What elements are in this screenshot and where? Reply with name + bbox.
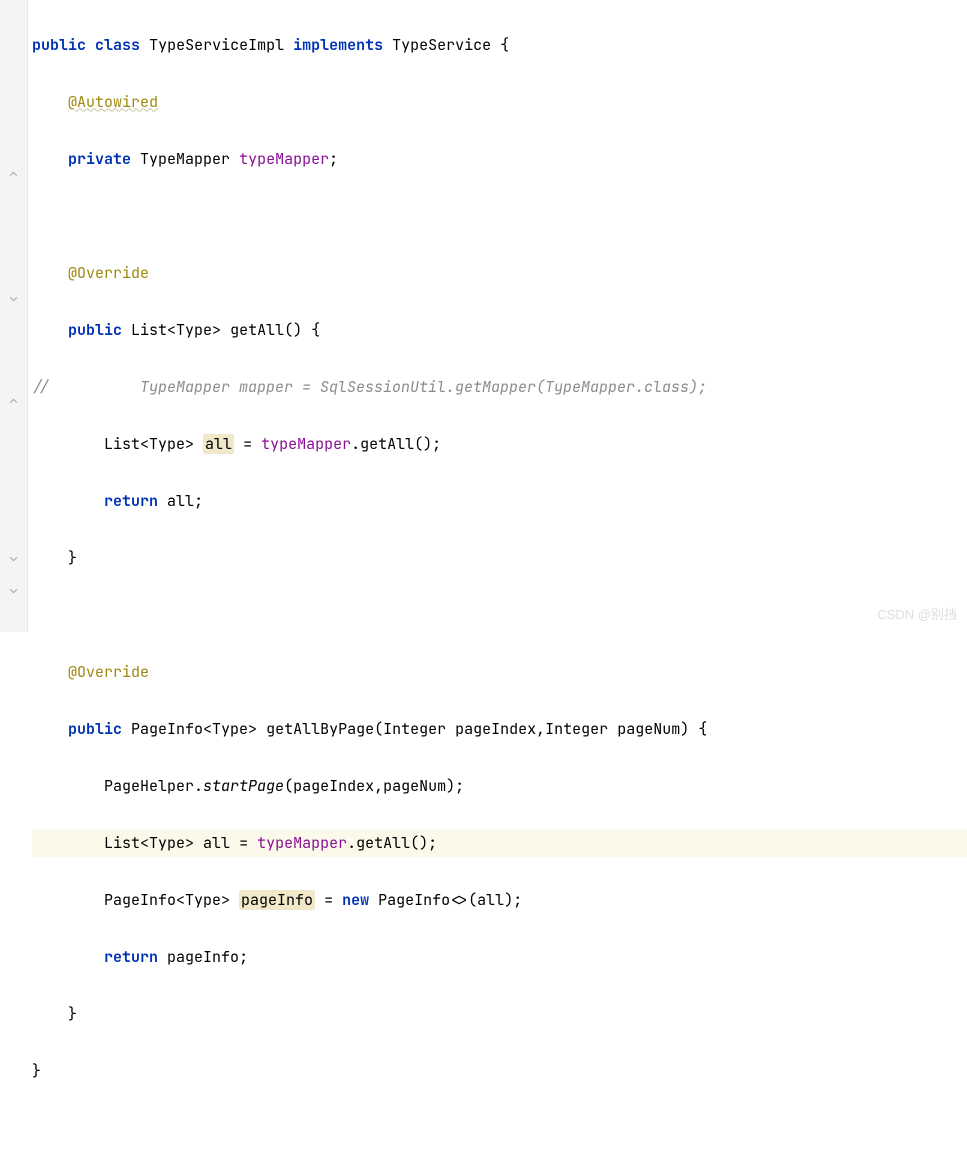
code-editor[interactable]: public class TypeServiceImpl implements … bbox=[28, 0, 967, 632]
code-line[interactable]: @Autowired bbox=[32, 88, 967, 117]
code-line[interactable]: @Override bbox=[32, 259, 967, 288]
fold-icon[interactable] bbox=[6, 292, 20, 306]
code-line[interactable]: private TypeMapper typeMapper; bbox=[32, 145, 967, 174]
code-line[interactable]: } bbox=[32, 1057, 967, 1086]
code-line[interactable]: PageHelper.startPage(pageIndex,pageNum); bbox=[32, 772, 967, 801]
code-line[interactable]: } bbox=[32, 544, 967, 573]
variable-highlight: pageInfo bbox=[239, 890, 315, 910]
code-line[interactable] bbox=[32, 202, 967, 231]
watermark: CSDN @别挡 bbox=[877, 603, 957, 628]
code-line[interactable]: PageInfo<Type> pageInfo = new PageInfo<>… bbox=[32, 886, 967, 915]
code-line[interactable]: public class TypeServiceImpl implements … bbox=[32, 31, 967, 60]
code-line[interactable]: List<Type> all = typeMapper.getAll(); bbox=[32, 430, 967, 459]
code-line[interactable]: public PageInfo<Type> getAllByPage(Integ… bbox=[32, 715, 967, 744]
fold-icon[interactable] bbox=[6, 584, 20, 598]
code-line[interactable]: @Override bbox=[32, 658, 967, 687]
code-line[interactable]: // TypeMapper mapper = SqlSessionUtil.ge… bbox=[32, 373, 967, 402]
fold-icon[interactable] bbox=[6, 394, 20, 408]
fold-icon[interactable] bbox=[6, 167, 20, 181]
fold-icon[interactable] bbox=[6, 552, 20, 566]
code-line[interactable]: public List<Type> getAll() { bbox=[32, 316, 967, 345]
variable-highlight: all bbox=[203, 434, 234, 454]
code-line[interactable] bbox=[32, 601, 967, 630]
code-line[interactable]: } bbox=[32, 1000, 967, 1029]
code-line[interactable]: return all; bbox=[32, 487, 967, 516]
editor-gutter[interactable] bbox=[0, 0, 28, 632]
code-line-current[interactable]: List<Type> all = typeMapper.getAll(); bbox=[32, 829, 967, 858]
code-line[interactable]: return pageInfo; bbox=[32, 943, 967, 972]
